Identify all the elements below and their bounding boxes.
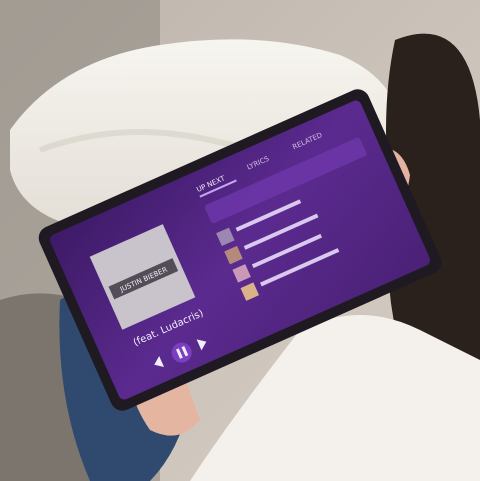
photo-scene: JUSTIN BIEBER (feat. Ludacris) UP NEXT L… [0, 0, 480, 481]
